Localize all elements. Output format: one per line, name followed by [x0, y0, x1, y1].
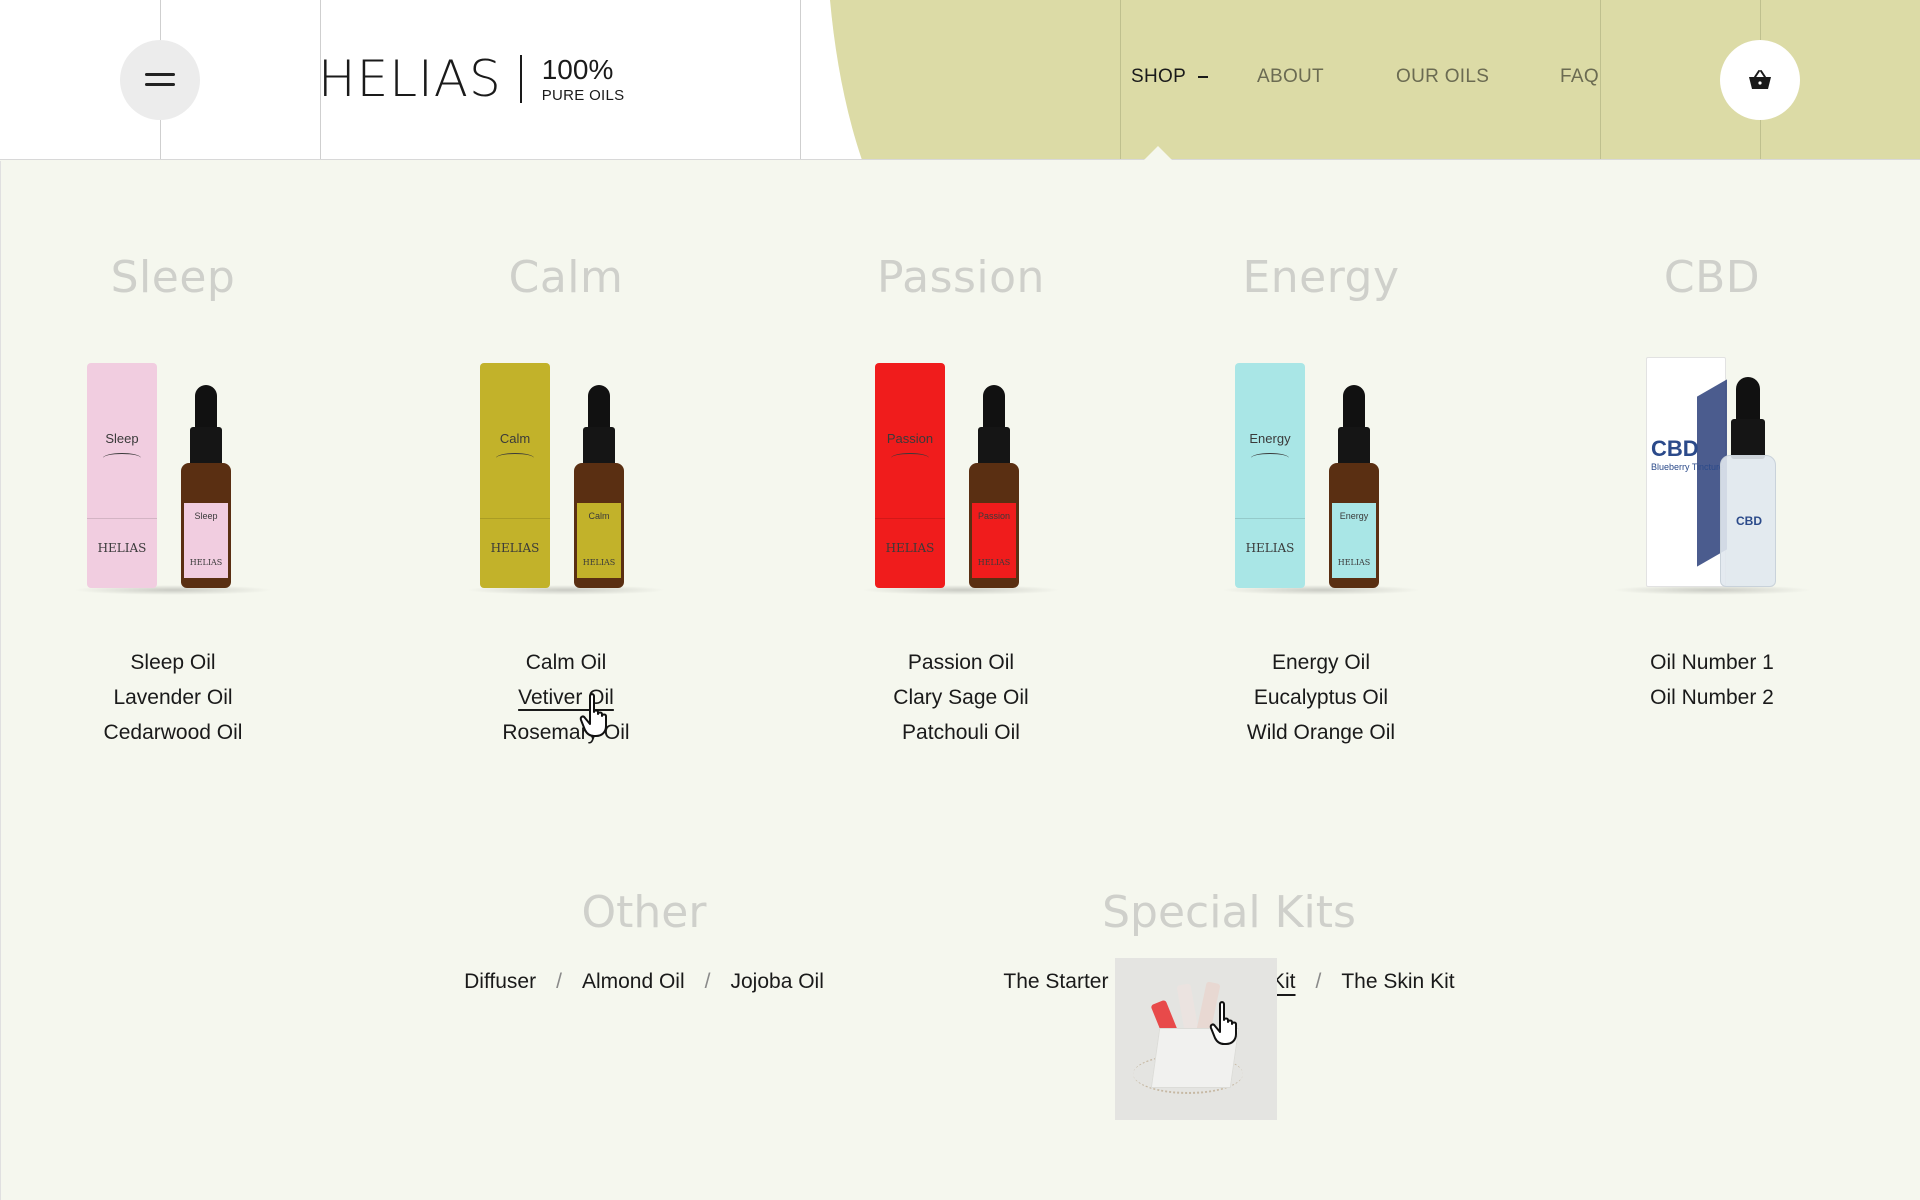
category-links: Oil Number 1 Oil Number 2	[1542, 645, 1882, 715]
cbd-box-label: CBD	[1651, 436, 1699, 461]
category-sleep: Sleep Sleep HELIAS Sleep HELIAS Sleep Oi…	[3, 251, 343, 750]
bottle-label: Energy	[1339, 511, 1369, 521]
product-tube: Calm HELIAS	[480, 363, 550, 588]
cart-button[interactable]	[1720, 40, 1800, 120]
nav-our-oils[interactable]: OUR OILS	[1396, 66, 1489, 88]
dropdown-pointer	[1143, 146, 1173, 161]
link-eucalyptus-oil[interactable]: Eucalyptus Oil	[1254, 680, 1388, 715]
link-patchouli-oil[interactable]: Patchouli Oil	[902, 715, 1020, 750]
dropdown-dash-icon	[1198, 75, 1209, 78]
category-passion: Passion Passion HELIAS Passion HELIAS Pa…	[791, 251, 1131, 750]
product-image-cbd[interactable]: CBD Blueberry Tincture CBD	[1612, 355, 1812, 595]
link-cedarwood-oil[interactable]: Cedarwood Oil	[104, 715, 243, 750]
basket-icon	[1749, 70, 1771, 89]
tube-label: Energy	[1249, 431, 1291, 446]
link-separator: /	[1315, 970, 1322, 993]
link-oil-number-1[interactable]: Oil Number 1	[1650, 645, 1774, 680]
shop-mega-menu: Sleep Sleep HELIAS Sleep HELIAS Sleep Oi…	[0, 161, 1920, 1200]
product-image-passion[interactable]: Passion HELIAS Passion HELIAS	[861, 355, 1061, 595]
link-oil-number-2[interactable]: Oil Number 2	[1650, 680, 1774, 715]
nav-about[interactable]: ABOUT	[1257, 66, 1324, 88]
product-bottle: Sleep HELIAS	[181, 463, 231, 588]
link-lavender-oil[interactable]: Lavender Oil	[113, 680, 232, 715]
tube-label: Passion	[886, 431, 934, 446]
category-links: Passion Oil Clary Sage Oil Patchouli Oil	[791, 645, 1131, 750]
cbd-bottle: CBD	[1720, 455, 1776, 587]
category-title: Calm	[508, 252, 624, 303]
bottle-brand: HELIAS	[189, 558, 223, 567]
link-calm-oil[interactable]: Calm Oil	[526, 645, 607, 680]
bottle-brand: HELIAS	[582, 558, 616, 567]
tube-brand: HELIAS	[490, 541, 540, 555]
cbd-bottle-label: CBD	[1736, 514, 1762, 528]
link-separator: /	[556, 970, 562, 993]
cbd-product-box: CBD Blueberry Tincture	[1646, 357, 1727, 587]
link-rosemary-oil[interactable]: Rosemary Oil	[502, 715, 629, 750]
category-title: Sleep	[110, 252, 236, 303]
product-tube: Sleep HELIAS	[87, 363, 157, 588]
link-wild-orange-oil[interactable]: Wild Orange Oil	[1247, 715, 1395, 750]
section-title: Other	[581, 887, 707, 938]
link-sleep-oil[interactable]: Sleep Oil	[130, 645, 215, 680]
link-energy-oil[interactable]: Energy Oil	[1272, 645, 1370, 680]
main-nav: SHOP ABOUT OUR OILS FAQ	[0, 66, 1920, 96]
product-image-calm[interactable]: Calm HELIAS Calm HELIAS	[466, 355, 666, 595]
cbd-box-sub: Blueberry Tincture	[1651, 462, 1725, 472]
category-links: Energy Oil Eucalyptus Oil Wild Orange Oi…	[1151, 645, 1491, 750]
section-other: Other Diffuser / Almond Oil / Jojoba Oil	[394, 886, 894, 994]
tube-brand: HELIAS	[1245, 541, 1295, 555]
link-skin-kit[interactable]: The Skin Kit	[1341, 970, 1454, 994]
category-title: CBD	[1663, 252, 1761, 303]
link-passion-oil[interactable]: Passion Oil	[908, 645, 1014, 680]
section-title: Special Kits	[1102, 887, 1356, 938]
bottle-label: Calm	[588, 511, 610, 521]
product-image-energy[interactable]: Energy HELIAS Energy HELIAS	[1221, 355, 1421, 595]
nav-faq[interactable]: FAQ	[1560, 66, 1599, 88]
category-cbd: CBD CBD Blueberry Tincture CBD Oil Numbe…	[1542, 251, 1882, 715]
category-calm: Calm Calm HELIAS Calm HELIAS Calm Oil Ve…	[396, 251, 736, 750]
product-bottle: Passion HELIAS	[969, 463, 1019, 588]
section-links: Diffuser / Almond Oil / Jojoba Oil	[394, 970, 894, 994]
tube-label: Sleep	[105, 431, 139, 446]
site-header: HELIAS 100% PURE OILS SHOP ABOUT OUR OIL…	[0, 0, 1920, 160]
category-links: Calm Oil Vetiver Oil Rosemary Oil	[396, 645, 736, 750]
product-image-sleep[interactable]: Sleep HELIAS Sleep HELIAS	[73, 355, 273, 595]
bottle-brand: HELIAS	[1337, 558, 1371, 567]
category-links: Sleep Oil Lavender Oil Cedarwood Oil	[3, 645, 343, 750]
link-almond-oil[interactable]: Almond Oil	[582, 970, 685, 994]
tube-label: Calm	[499, 431, 531, 446]
link-jojoba-oil[interactable]: Jojoba Oil	[730, 970, 823, 994]
tube-brand: HELIAS	[97, 541, 147, 555]
link-clary-sage-oil[interactable]: Clary Sage Oil	[893, 680, 1028, 715]
bottle-brand: HELIAS	[977, 558, 1011, 567]
product-bottle: Calm HELIAS	[574, 463, 624, 588]
product-tube: Energy HELIAS	[1235, 363, 1305, 588]
nav-shop[interactable]: SHOP	[1131, 66, 1209, 88]
bottle-label: Sleep	[194, 511, 218, 521]
category-title: Passion	[877, 252, 1045, 303]
link-diffuser[interactable]: Diffuser	[464, 970, 536, 994]
link-separator: /	[704, 970, 711, 993]
product-bottle: Energy HELIAS	[1329, 463, 1379, 588]
nav-shop-label: SHOP	[1131, 66, 1187, 87]
product-tube: Passion HELIAS	[875, 363, 945, 588]
hair-kit-preview-image[interactable]	[1115, 958, 1277, 1120]
category-energy: Energy Energy HELIAS Energy HELIAS Energ…	[1151, 251, 1491, 750]
tube-brand: HELIAS	[885, 541, 935, 555]
bottle-label: Passion	[977, 511, 1011, 521]
category-title: Energy	[1242, 252, 1400, 303]
link-vetiver-oil[interactable]: Vetiver Oil	[518, 680, 614, 715]
